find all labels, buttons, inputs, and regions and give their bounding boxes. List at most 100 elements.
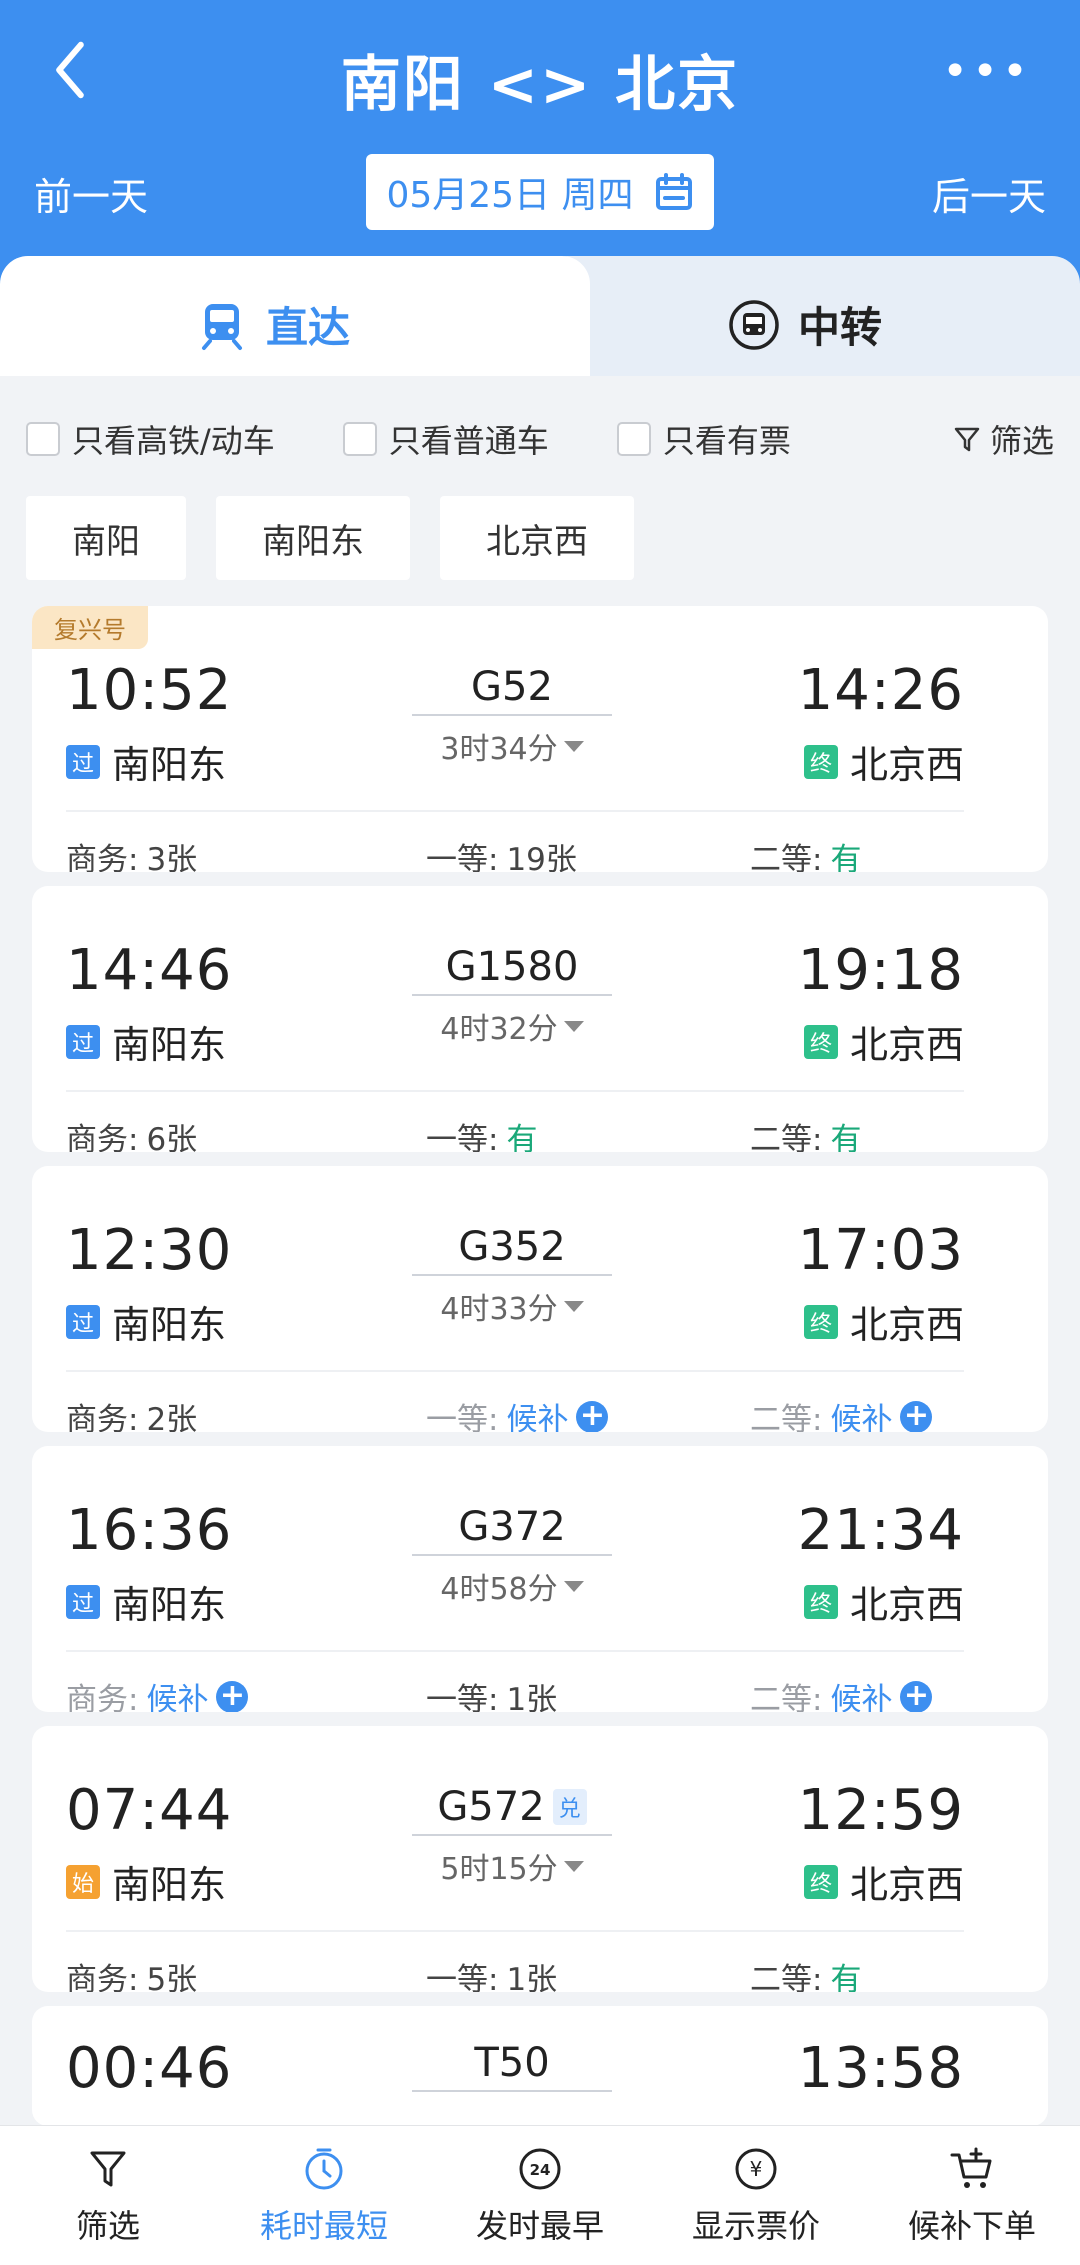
duration[interactable]: 4时32分 — [412, 1004, 612, 1048]
prev-day-button[interactable]: 前一天 — [34, 166, 148, 221]
nav-waitlist-label: 候补下单 — [907, 2206, 1036, 2245]
departure-station: 过 南阳东 — [66, 734, 226, 789]
tab-direct[interactable]: 直达 — [0, 256, 590, 376]
tab-transfer-label: 中转 — [798, 303, 883, 352]
available-only-checkbox[interactable]: 只看有票 — [616, 416, 791, 462]
departure-station-name: 南阳东 — [112, 1583, 227, 1627]
seat-class-label: 商务: — [66, 1962, 139, 1992]
seat-class-label: 一等: — [426, 1402, 499, 1432]
duration[interactable]: 4时58分 — [412, 1564, 612, 1608]
seat-class-label: 二等: — [750, 1682, 823, 1712]
seat-availability: 商务: 3张 一等: 19张 二等: 有 — [66, 834, 1014, 872]
next-day-button[interactable]: 后一天 — [932, 166, 1046, 221]
train-number-text: G52 — [471, 664, 553, 710]
seat-class[interactable]: 一等: 候补 + — [426, 1394, 609, 1432]
seat-class: 一等: 1张 — [426, 1954, 557, 1992]
duration[interactable]: 3时34分 — [412, 724, 612, 768]
train-card[interactable]: 16:36 过 南阳东 G372 4时58分 21:34 终 北京西 商务: 候补… — [32, 1446, 1048, 1712]
waitlist-add-icon[interactable]: + — [216, 1680, 249, 1712]
arrival-station-name: 北京西 — [849, 1303, 964, 1347]
train-number: G572 兑 — [412, 1784, 612, 1836]
seat-class[interactable]: 二等: 候补 + — [750, 1674, 933, 1712]
divider — [66, 810, 964, 812]
nav-waitlist-order[interactable]: 候补下单 — [864, 2126, 1080, 2265]
train-card[interactable]: 复兴号 10:52 过 南阳东 G52 3时34分 14:26 终 北京西 商务… — [32, 606, 1048, 872]
seat-class-label: 商务: — [66, 842, 139, 872]
departure-time: 14:46 — [66, 938, 233, 1003]
departure-station-name: 南阳东 — [112, 743, 227, 787]
filter-button[interactable]: 筛选 — [952, 416, 1054, 462]
duration-text: 4时32分 — [440, 1012, 558, 1047]
duration[interactable]: 5时15分 — [412, 1844, 612, 1888]
departure-station: 过 南阳东 — [66, 1574, 226, 1629]
seat-class: 二等: 有 — [750, 834, 861, 872]
station-chip[interactable]: 南阳东 — [216, 496, 410, 580]
station-tag: 过 — [66, 1584, 100, 1619]
duration-text: 5时15分 — [440, 1852, 558, 1887]
tab-transfer[interactable]: 中转 — [540, 256, 1080, 376]
train-info: G52 3时34分 — [412, 664, 612, 768]
station-tag: 终 — [803, 1864, 838, 1899]
seat-class-label: 商务: — [66, 1682, 139, 1712]
train-card[interactable]: 14:46 过 南阳东 G1580 4时32分 19:18 终 北京西 商务: 6… — [32, 886, 1048, 1152]
departure-time: 12:30 — [66, 1218, 233, 1283]
duration[interactable]: 4时33分 — [412, 1284, 612, 1328]
duration-text: 4时33分 — [440, 1292, 558, 1327]
seat-class-label: 一等: — [426, 1122, 499, 1152]
train-info: G1580 4时32分 — [412, 944, 612, 1048]
bottom-toolbar: 筛选 耗时最短 24 发时最早 ¥ 显示票价 候补下单 — [0, 2125, 1080, 2265]
checkbox-box[interactable] — [26, 422, 60, 456]
station-chip[interactable]: 南阳 — [26, 496, 186, 580]
nav-earliest-departure[interactable]: 24 发时最早 — [432, 2126, 648, 2265]
nav-shortest-duration[interactable]: 耗时最短 — [216, 2126, 432, 2265]
chevron-down-icon — [563, 1580, 584, 1592]
available-only-label: 只看有票 — [662, 422, 791, 460]
departure-time: 00:46 — [66, 2036, 233, 2101]
train-number-text: G572 — [437, 1784, 545, 1830]
departure-station: 过 南阳东 — [66, 1014, 226, 1069]
checkbox-box[interactable] — [616, 422, 651, 456]
train-card[interactable]: 07:44 始 南阳东 G572 兑 5时15分 12:59 终 北京西 商务:… — [32, 1726, 1048, 1992]
train-info: G352 4时33分 — [412, 1224, 612, 1328]
svg-text:¥: ¥ — [750, 2157, 763, 2181]
seat-class[interactable]: 商务: 候补 + — [66, 1674, 249, 1712]
arrival-time: 14:26 — [797, 658, 964, 723]
exchange-badge: 兑 — [552, 1789, 587, 1825]
filter-icon — [90, 2151, 126, 2186]
arrival-station-name: 北京西 — [849, 743, 964, 787]
more-button[interactable]: ••• — [942, 50, 1032, 94]
page-title: 南阳 <> 北京 — [340, 50, 740, 120]
seat-availability: 商务: 2张 一等: 候补 + 二等: 候补 + — [66, 1394, 1014, 1432]
filter-icon — [954, 427, 980, 452]
waitlist-add-icon[interactable]: + — [900, 1680, 933, 1712]
arrival-station: 终 北京西 — [803, 1014, 964, 1069]
seat-class-label: 二等: — [750, 842, 823, 872]
seat-availability-value: 有 — [830, 1122, 862, 1152]
seat-class[interactable]: 二等: 候补 + — [750, 1394, 933, 1432]
train-card[interactable]: 00:46 13:58 T50 — [32, 2006, 1048, 2126]
date-picker[interactable]: 05月25日 周四 — [366, 154, 714, 230]
station-chip[interactable]: 北京西 — [440, 496, 634, 580]
duration-text: 3时34分 — [440, 732, 558, 767]
checkbox-box[interactable] — [342, 422, 377, 456]
arrival-station-name: 北京西 — [849, 1863, 964, 1907]
divider — [66, 1090, 964, 1092]
waitlist-add-icon[interactable]: + — [900, 1400, 933, 1432]
seat-class: 一等: 有 — [426, 1114, 537, 1152]
nav-show-price[interactable]: ¥ 显示票价 — [648, 2126, 864, 2265]
train-number: G372 — [412, 1504, 612, 1556]
train-card[interactable]: 12:30 过 南阳东 G352 4时33分 17:03 终 北京西 商务: 2张… — [32, 1166, 1048, 1432]
chevron-down-icon — [563, 740, 584, 752]
arrival-time: 13:58 — [797, 2036, 964, 2101]
chevron-down-icon — [563, 1020, 584, 1032]
nav-shortest-label: 耗时最短 — [259, 2206, 388, 2245]
normal-train-checkbox[interactable]: 只看普通车 — [342, 416, 549, 462]
divider — [66, 1930, 964, 1932]
seat-class: 一等: 1张 — [426, 1674, 557, 1712]
filter-area: 只看高铁/动车 只看普通车 只看有票 筛选 南阳 南阳东 北京西 — [0, 376, 1080, 586]
waitlist-add-icon[interactable]: + — [576, 1400, 609, 1432]
train-number: G352 — [412, 1224, 612, 1276]
seat-class-label: 二等: — [750, 1962, 823, 1992]
high-speed-checkbox[interactable]: 只看高铁/动车 — [26, 416, 275, 462]
nav-filter[interactable]: 筛选 — [0, 2126, 216, 2265]
